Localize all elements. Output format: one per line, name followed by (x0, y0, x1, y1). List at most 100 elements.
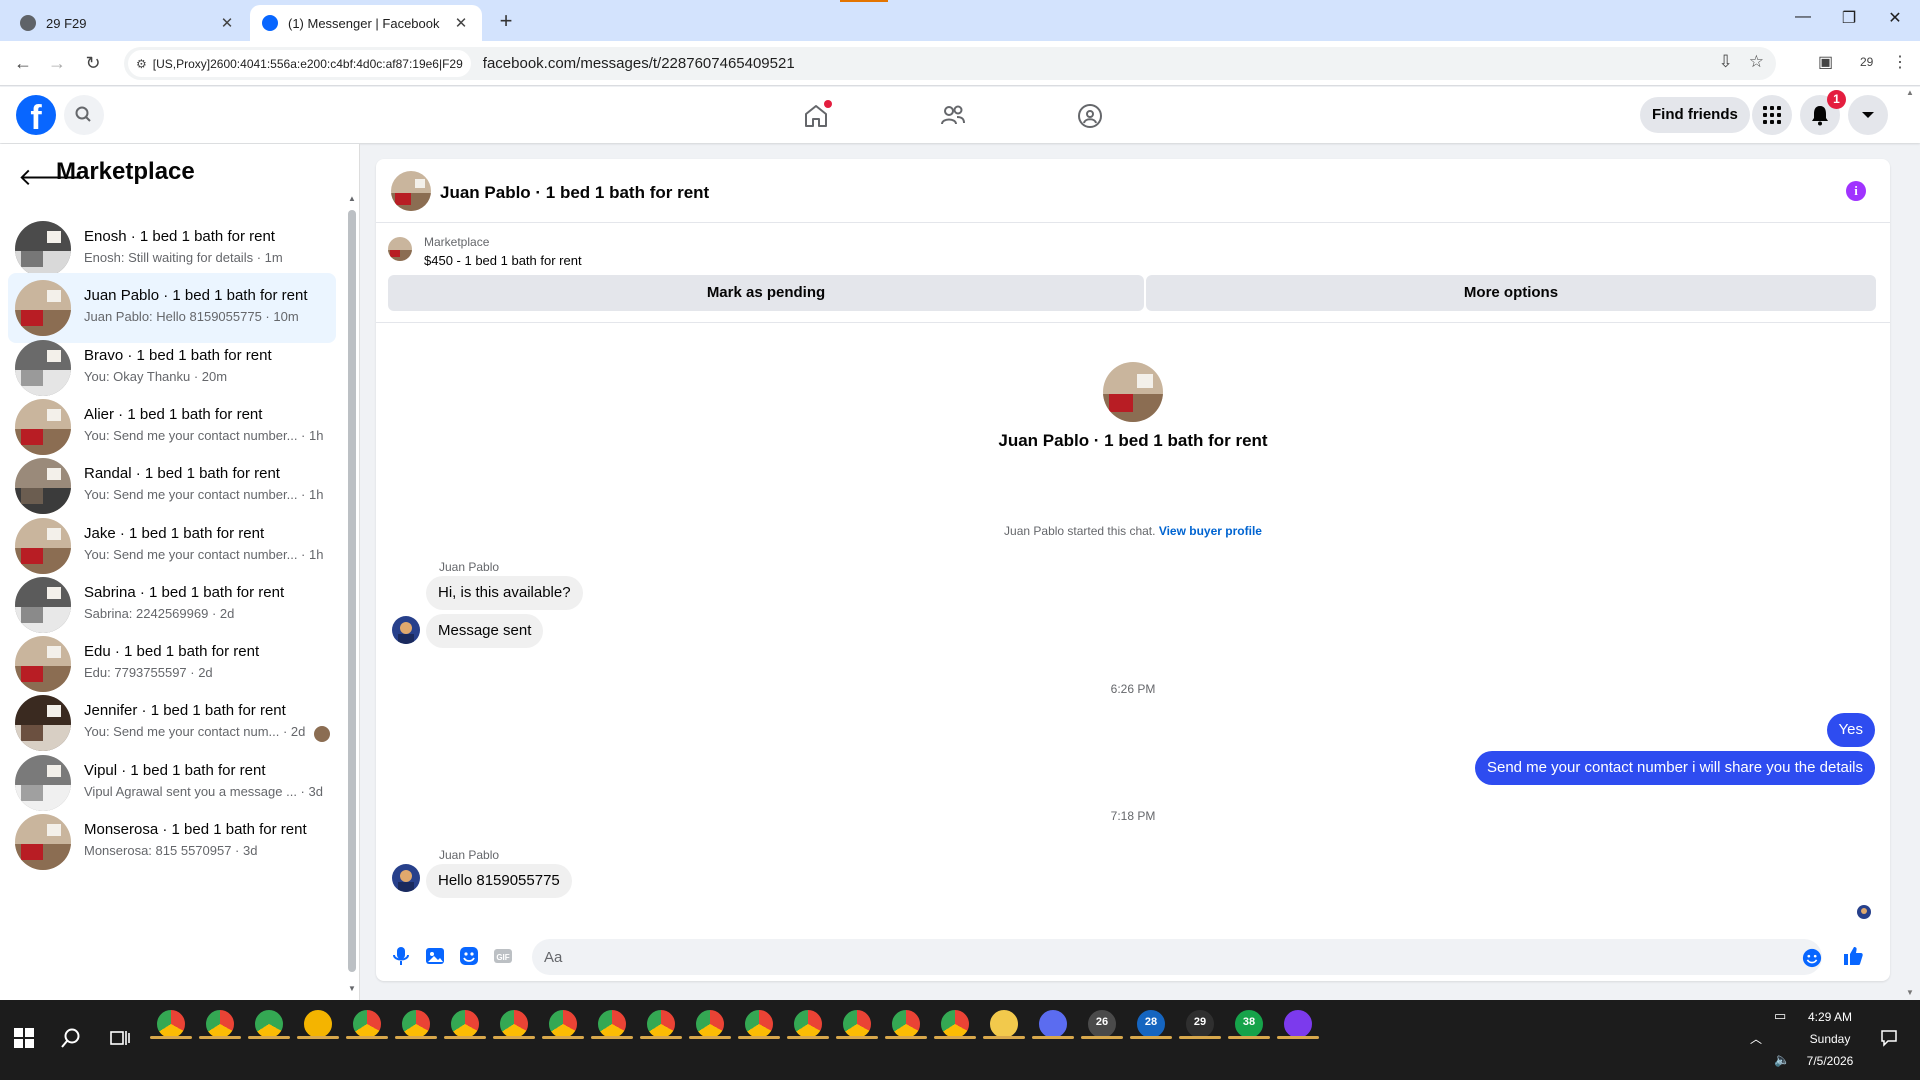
proxy-chip-text: [US,Proxy]2600:4041:556a:e200:c4bf:4d0c:… (152, 56, 463, 71)
minimize-icon[interactable]: — (1780, 8, 1826, 26)
url-text[interactable]: facebook.com/messages/t/2287607465409521 (483, 55, 795, 72)
conversation-preview: You: Send me your contact number... · 1h (84, 427, 324, 443)
install-app-icon[interactable]: ⇩ (1719, 52, 1733, 72)
conversation-preview: You: Send me your contact number... · 1h (84, 487, 324, 503)
scroll-up-arrow[interactable]: ▲ (348, 194, 356, 203)
site-settings-icon[interactable]: ⚙ (136, 57, 147, 71)
address-bar[interactable]: ⚙ [US,Proxy]2600:4041:556a:e200:c4bf:4d0… (124, 47, 1776, 80)
taskbar-active-indicator (1032, 1036, 1074, 1039)
outgoing-message[interactable]: Yes (1826, 713, 1875, 747)
photo-icon[interactable] (424, 945, 446, 967)
account-button[interactable] (1848, 95, 1888, 135)
restore-icon[interactable]: ❐ (1826, 8, 1872, 28)
clock-time[interactable]: 4:29 AM (1790, 1010, 1870, 1024)
taskbar-active-indicator (885, 1036, 927, 1039)
view-buyer-profile-link[interactable]: View buyer profile (1159, 524, 1262, 538)
conversation-hero-avatar[interactable] (1103, 362, 1163, 422)
taskbar-active-indicator (934, 1036, 976, 1039)
taskbar-badge: 29 (1193, 1016, 1207, 1028)
timestamp: 6:26 PM (1110, 682, 1156, 696)
taskbar-search-icon[interactable] (60, 1027, 82, 1049)
taskbar-badge: 26 (1095, 1016, 1109, 1028)
windows-start-icon[interactable] (14, 1028, 34, 1048)
outgoing-message[interactable]: Send me your contact number i will share… (1474, 751, 1875, 785)
network-icon[interactable]: ▭ (1774, 1008, 1786, 1024)
marketplace-label: Marketplace (424, 235, 490, 249)
menu-button[interactable] (1752, 95, 1792, 135)
chat-title[interactable]: Juan Pablo · 1 bed 1 bath for rent (440, 183, 709, 203)
conversation-preview: You: Okay Thanku · 20m (84, 368, 228, 384)
bell-icon (1812, 106, 1828, 126)
mark-as-pending-button[interactable]: Mark as pending (388, 275, 1144, 311)
browser-tab-f29[interactable]: 29 F29 ✕ (8, 5, 248, 41)
new-tab-button[interactable]: + (492, 8, 520, 36)
chevron-up-icon[interactable]: ︿ (1750, 1030, 1762, 1047)
search-button[interactable] (64, 95, 104, 135)
conversation-name: Randal · 1 bed 1 bath for rent (84, 465, 280, 483)
emoji-icon[interactable] (1802, 948, 1822, 968)
incoming-message[interactable]: Hi, is this available? (426, 576, 583, 610)
conversation-preview: Monserosa: 815 5570957 · 3d (84, 843, 258, 858)
message-input[interactable] (532, 939, 1822, 975)
conversation-hero-name: Juan Pablo · 1 bed 1 bath for rent (998, 431, 1268, 450)
task-view-icon[interactable] (110, 1028, 130, 1048)
taskbar-active-indicator (493, 1036, 535, 1039)
incoming-message[interactable]: Message sent (426, 614, 544, 648)
action-center-icon[interactable] (1880, 1029, 1898, 1047)
reload-icon[interactable]: ↻ (80, 51, 106, 77)
groups-icon[interactable] (1075, 101, 1105, 131)
home-notification-dot (824, 100, 832, 108)
browser-tab-messenger[interactable]: (1) Messenger | Facebook ✕ (250, 5, 482, 41)
back-icon[interactable]: ← (10, 51, 36, 77)
taskbar-active-indicator (738, 1036, 780, 1039)
sticker-icon[interactable] (458, 945, 480, 967)
taskbar-active-indicator (542, 1036, 584, 1039)
thumbs-up-icon[interactable] (1841, 944, 1865, 968)
conversation-preview: Sabrina: 2242569969 · 2d (84, 605, 235, 621)
svg-text:GIF: GIF (496, 953, 509, 962)
close-tab-icon[interactable]: ✕ (452, 14, 470, 32)
close-window-icon[interactable]: ✕ (1872, 8, 1918, 28)
forward-icon[interactable]: → (44, 51, 70, 77)
volume-icon[interactable]: 🔈 (1774, 1052, 1790, 1068)
clock-day[interactable]: Sunday (1790, 1032, 1870, 1046)
taskbar-active-indicator (248, 1036, 290, 1039)
more-options-button[interactable]: More options (1146, 275, 1876, 311)
friends-icon[interactable] (938, 101, 968, 131)
find-friends-button[interactable]: Find friends (1640, 97, 1750, 133)
browser-toolbar: ← → ↻ ⚙ [US,Proxy]2600:4041:556a:e200:c4… (0, 41, 1920, 86)
panel-title: Marketplace (56, 158, 195, 185)
facebook-logo-icon[interactable]: f (16, 95, 56, 135)
tab-title: 29 F29 (46, 15, 87, 31)
conversation-avatar (15, 517, 71, 574)
proxy-chip[interactable]: ⚙ [US,Proxy]2600:4041:556a:e200:c4bf:4d0… (128, 50, 471, 77)
scroll-down-arrow[interactable]: ▼ (348, 984, 356, 993)
close-tab-icon[interactable]: ✕ (218, 14, 236, 32)
facebook-header: f Find friends 1 (0, 87, 1920, 143)
incoming-message[interactable]: Hello 8159055775 (426, 864, 572, 898)
chat-avatar[interactable] (391, 171, 431, 211)
conversation-item[interactable]: Monserosa · 1 bed 1 bath for rent Monsero… (8, 807, 336, 877)
notification-badge: 1 (1827, 90, 1846, 109)
sender-avatar[interactable] (392, 616, 420, 644)
bookmark-star-icon[interactable]: ☆ (1749, 52, 1764, 72)
search-icon (75, 106, 91, 122)
info-icon[interactable]: i (1846, 181, 1866, 201)
conversation-name: Jake · 1 bed 1 bath for rent (84, 524, 265, 542)
taskbar-active-indicator (689, 1036, 731, 1039)
clock-date[interactable]: 7/5/2026 (1790, 1054, 1870, 1068)
gif-icon[interactable]: GIF (492, 945, 514, 967)
chevron-down-icon (1862, 112, 1874, 118)
conversation-avatar (15, 398, 71, 455)
microphone-icon[interactable] (390, 945, 412, 967)
listing-thumbnail[interactable] (388, 237, 412, 261)
started-text: Juan Pablo started this chat. (1004, 524, 1156, 538)
profile-label[interactable]: 29 (1860, 55, 1873, 69)
browser-menu-icon[interactable]: ⋮ (1892, 52, 1908, 72)
conversation-scrollbar[interactable] (348, 210, 356, 972)
sender-avatar[interactable] (392, 864, 420, 892)
tab-search-icon[interactable]: ▣ (1818, 52, 1833, 72)
page-scrollbar[interactable]: ▲ ▼ (1904, 88, 1916, 1000)
taskbar-active-indicator (199, 1036, 241, 1039)
listing-price-title[interactable]: $450 - 1 bed 1 bath for rent (424, 253, 582, 268)
